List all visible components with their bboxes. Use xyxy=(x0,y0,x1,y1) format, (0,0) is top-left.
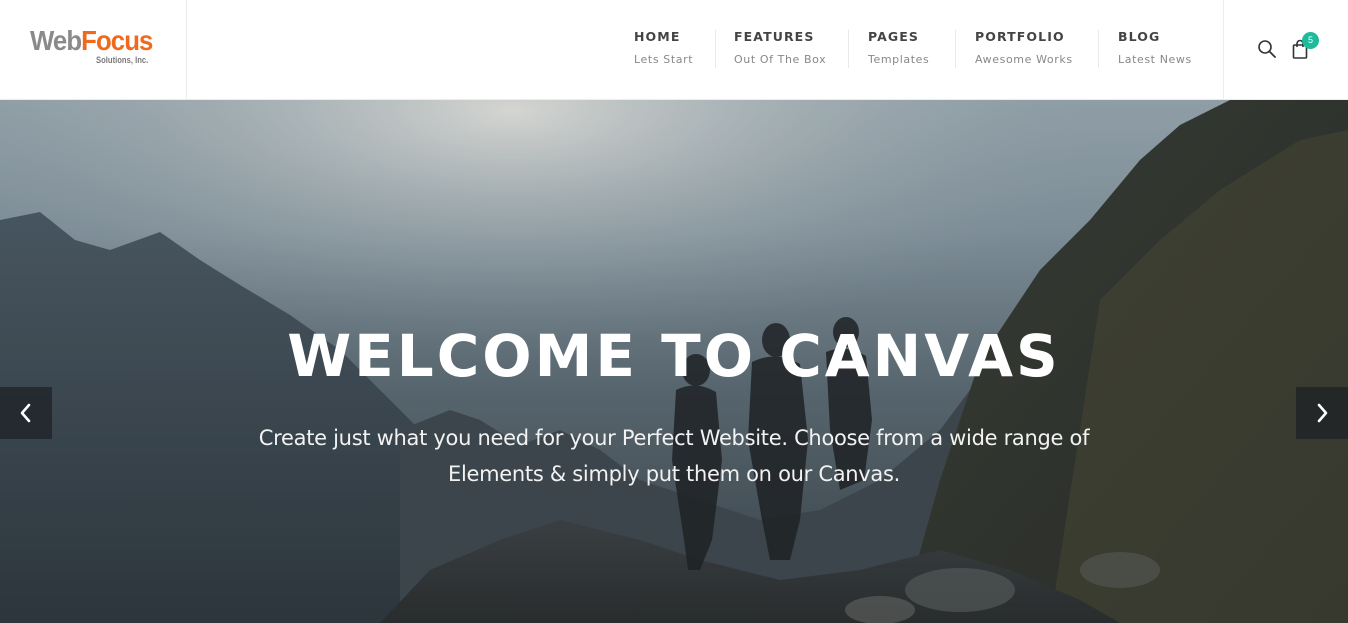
search-icon[interactable] xyxy=(1257,39,1277,59)
hero-slider: WELCOME TO CANVAS Create just what you n… xyxy=(0,100,1348,623)
logo-word-web: Web xyxy=(30,25,82,56)
slider-prev-button[interactable] xyxy=(0,387,52,439)
nav-item-features[interactable]: FEATURES Out Of The Box xyxy=(734,28,826,72)
nav-item-pages[interactable]: PAGES Templates xyxy=(868,28,929,72)
nav-label: HOME xyxy=(634,29,681,44)
site-header: WebFocus Solutions, Inc. HOME Lets Start… xyxy=(0,0,1348,100)
logo[interactable]: WebFocus Solutions, Inc. xyxy=(30,26,170,72)
nav-sublabel: Latest News xyxy=(1118,53,1192,66)
logo-word-focus: Focus xyxy=(81,25,153,56)
nav-divider xyxy=(848,30,849,68)
nav-divider xyxy=(1098,30,1099,68)
chevron-right-icon xyxy=(1317,403,1328,423)
nav-sublabel: Out Of The Box xyxy=(734,53,827,66)
hero-description: Create just what you need for your Perfe… xyxy=(258,426,1090,486)
nav-label: BLOG xyxy=(1118,29,1161,44)
slider-next-button[interactable] xyxy=(1296,387,1348,439)
nav-label: PAGES xyxy=(868,29,919,44)
cart-count-badge: 5 xyxy=(1302,32,1319,49)
logo-container: WebFocus Solutions, Inc. xyxy=(0,0,187,99)
header-divider xyxy=(1223,0,1224,99)
nav-divider xyxy=(955,30,956,68)
logo-tagline: Solutions, Inc. xyxy=(96,55,149,65)
nav-sublabel: Awesome Works xyxy=(975,53,1073,66)
chevron-left-icon xyxy=(20,403,31,423)
nav-label: FEATURES xyxy=(734,29,815,44)
hero-title: WELCOME TO CANVAS xyxy=(287,322,1061,390)
nav-item-home[interactable]: HOME Lets Start xyxy=(634,28,693,72)
nav-sublabel: Templates xyxy=(868,53,930,66)
nav-sublabel: Lets Start xyxy=(634,53,694,66)
nav-item-blog[interactable]: BLOG Latest News xyxy=(1118,28,1192,72)
logo-wordmark: WebFocus xyxy=(30,26,159,56)
nav-divider xyxy=(715,30,716,68)
nav-label: PORTFOLIO xyxy=(975,29,1065,44)
nav-item-portfolio[interactable]: PORTFOLIO Awesome Works xyxy=(975,28,1073,72)
